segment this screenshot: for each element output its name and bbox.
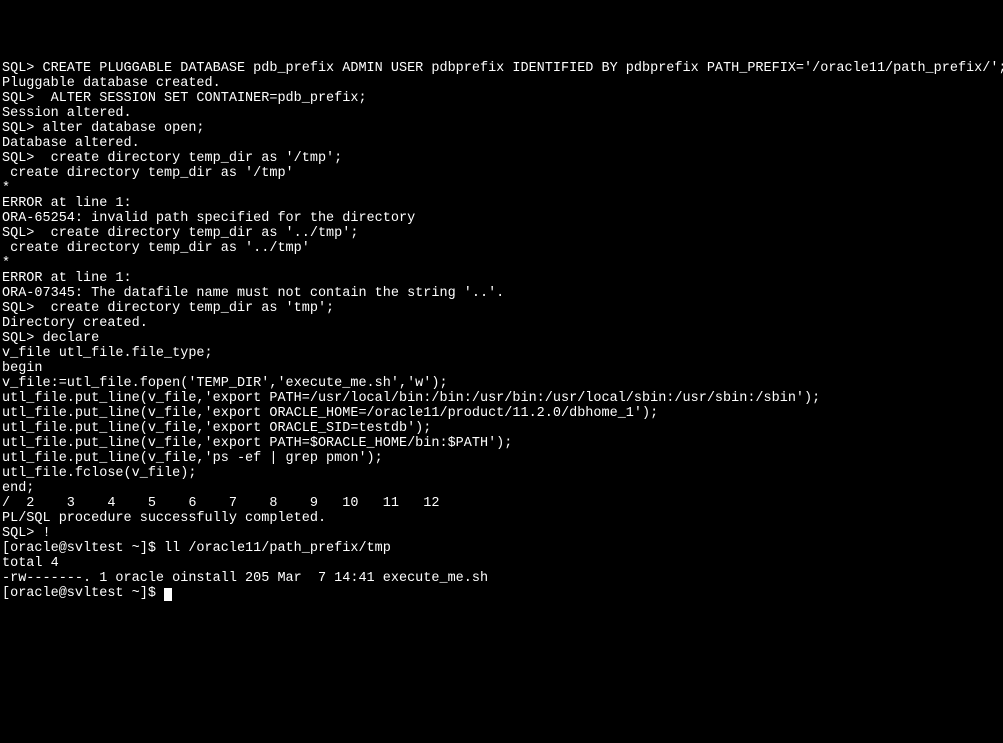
terminal-output[interactable]: SQL> CREATE PLUGGABLE DATABASE pdb_prefi… [2, 61, 1001, 601]
terminal-line: Pluggable database created. [2, 76, 1001, 91]
terminal-line: utl_file.put_line(v_file,'export PATH=$O… [2, 436, 1001, 451]
terminal-line: create directory temp_dir as '../tmp' [2, 241, 1001, 256]
terminal-line: / 2 3 4 5 6 7 8 9 10 11 12 [2, 496, 1001, 511]
terminal-line: SQL> ! [2, 526, 1001, 541]
terminal-line: v_file:=utl_file.fopen('TEMP_DIR','execu… [2, 376, 1001, 391]
terminal-line: Session altered. [2, 106, 1001, 121]
terminal-line: SQL> ALTER SESSION SET CONTAINER=pdb_pre… [2, 91, 1001, 106]
terminal-line: utl_file.fclose(v_file); [2, 466, 1001, 481]
terminal-line: SQL> alter database open; [2, 121, 1001, 136]
terminal-line: ORA-07345: The datafile name must not co… [2, 286, 1001, 301]
terminal-line: SQL> create directory temp_dir as '../tm… [2, 226, 1001, 241]
terminal-line: utl_file.put_line(v_file,'export ORACLE_… [2, 421, 1001, 436]
terminal-line: ORA-65254: invalid path specified for th… [2, 211, 1001, 226]
terminal-line: * [2, 181, 1001, 196]
terminal-line: utl_file.put_line(v_file,'ps -ef | grep … [2, 451, 1001, 466]
terminal-line: ERROR at line 1: [2, 271, 1001, 286]
terminal-line: SQL> create directory temp_dir as 'tmp'; [2, 301, 1001, 316]
terminal-line: * [2, 256, 1001, 271]
terminal-line: PL/SQL procedure successfully completed. [2, 511, 1001, 526]
terminal-line: end; [2, 481, 1001, 496]
terminal-line: utl_file.put_line(v_file,'export PATH=/u… [2, 391, 1001, 406]
terminal-line: -rw-------. 1 oracle oinstall 205 Mar 7 … [2, 571, 1001, 586]
terminal-line: begin [2, 361, 1001, 376]
terminal-line: total 4 [2, 556, 1001, 571]
cursor-icon [164, 588, 172, 601]
terminal-line: Database altered. [2, 136, 1001, 151]
terminal-line: SQL> create directory temp_dir as '/tmp'… [2, 151, 1001, 166]
terminal-line: ERROR at line 1: [2, 196, 1001, 211]
terminal-line: [oracle@svltest ~]$ ll /oracle11/path_pr… [2, 541, 1001, 556]
terminal-line: Directory created. [2, 316, 1001, 331]
shell-prompt: [oracle@svltest ~]$ [2, 586, 164, 601]
terminal-line: v_file utl_file.file_type; [2, 346, 1001, 361]
terminal-line: utl_file.put_line(v_file,'export ORACLE_… [2, 406, 1001, 421]
terminal-line: SQL> declare [2, 331, 1001, 346]
terminal-line: create directory temp_dir as '/tmp' [2, 166, 1001, 181]
terminal-prompt-line: [oracle@svltest ~]$ [2, 586, 1001, 601]
terminal-line: SQL> CREATE PLUGGABLE DATABASE pdb_prefi… [2, 61, 1001, 76]
